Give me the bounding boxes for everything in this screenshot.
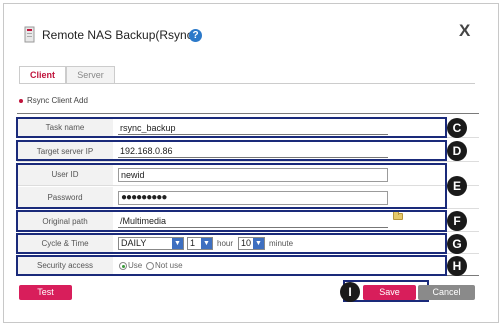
highlight-target-ip bbox=[16, 140, 447, 161]
highlight-original-path bbox=[16, 210, 447, 232]
tab-client[interactable]: Client bbox=[19, 66, 66, 84]
cancel-button[interactable]: Cancel bbox=[418, 285, 475, 300]
close-button[interactable]: X bbox=[459, 21, 470, 41]
form-top-border bbox=[17, 113, 479, 114]
annotation-c: C bbox=[447, 118, 467, 138]
tab-server[interactable]: Server bbox=[66, 66, 115, 84]
tab-divider bbox=[19, 83, 475, 84]
annotation-f: F bbox=[447, 211, 467, 231]
question-circle-icon[interactable]: ? bbox=[189, 29, 202, 42]
nas-device-icon bbox=[23, 26, 36, 43]
annotation-d: D bbox=[447, 141, 467, 161]
highlight-security bbox=[16, 255, 447, 276]
annotation-i: I bbox=[340, 282, 360, 302]
save-button[interactable]: Save bbox=[363, 285, 416, 300]
annotation-e: E bbox=[447, 176, 467, 196]
dialog-title: Remote NAS Backup(Rsync) bbox=[42, 28, 197, 42]
annotation-h: H bbox=[447, 256, 467, 276]
highlight-credentials bbox=[16, 163, 447, 209]
test-button[interactable]: Test bbox=[19, 285, 72, 300]
annotation-g: G bbox=[447, 234, 467, 254]
bullet-icon bbox=[19, 98, 23, 103]
highlight-task-name bbox=[16, 117, 447, 138]
highlight-cycle-time bbox=[16, 233, 447, 254]
section-title: Rsync Client Add bbox=[19, 96, 88, 105]
